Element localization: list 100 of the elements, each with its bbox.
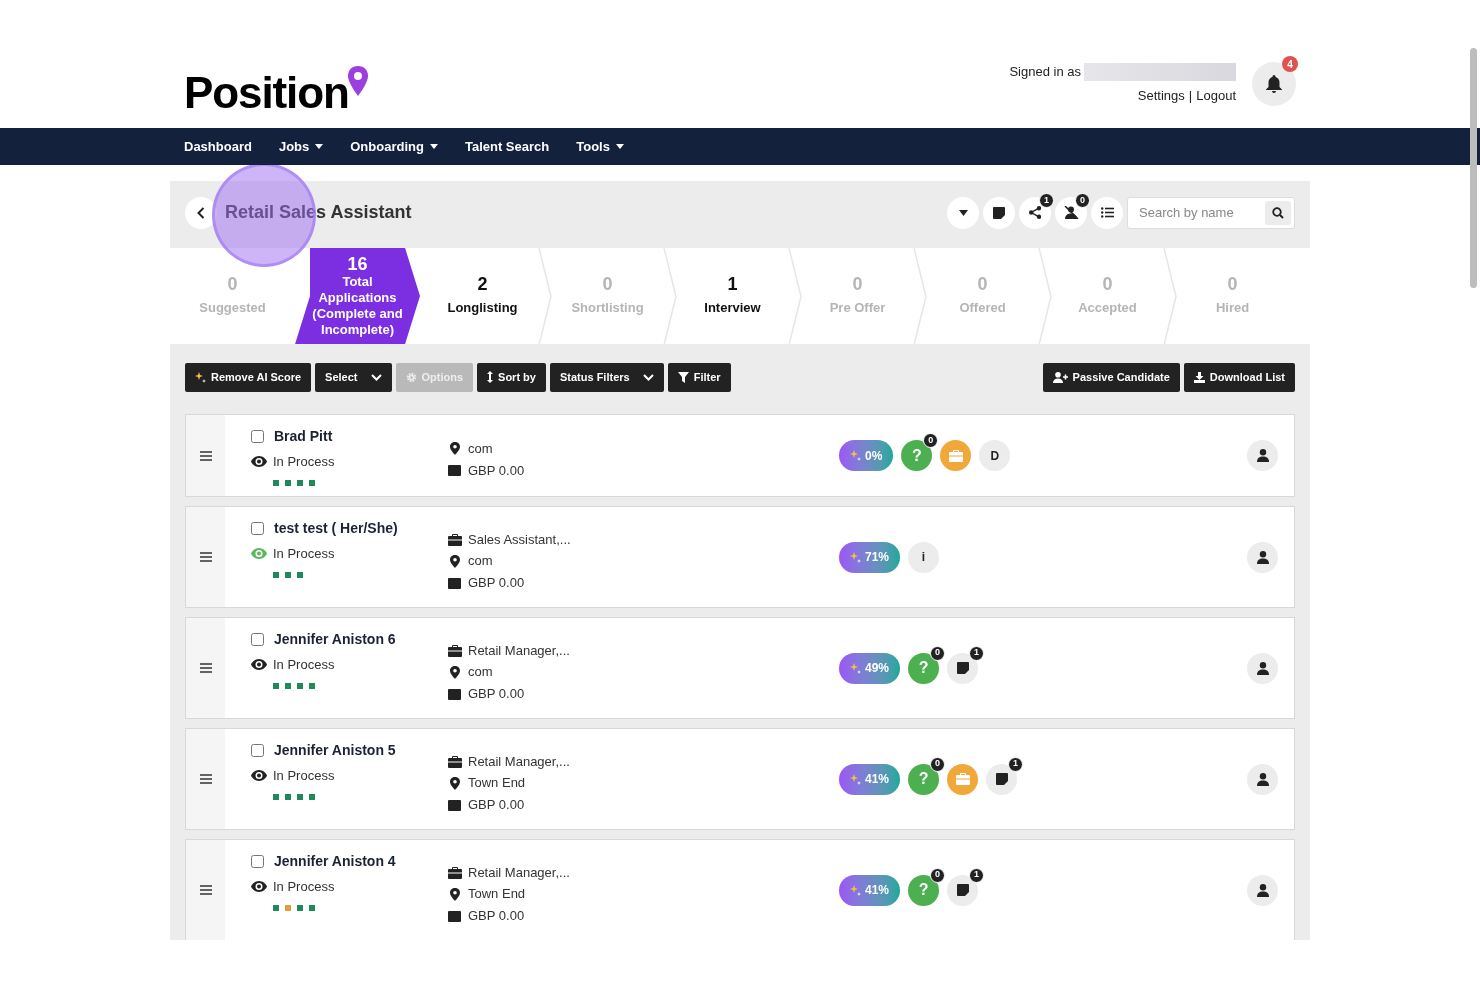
nav-item[interactable]: Tools bbox=[576, 136, 624, 157]
briefcase-icon bbox=[955, 773, 970, 785]
detail-text: GBP 0.00 bbox=[468, 795, 525, 814]
nav-item[interactable]: Onboarding bbox=[350, 136, 438, 157]
toolbar-button[interactable] bbox=[1091, 196, 1123, 229]
list-icon bbox=[1100, 207, 1114, 219]
action-button[interactable]: Filter bbox=[667, 362, 731, 392]
wallet-icon bbox=[448, 798, 462, 811]
action-button[interactable]: Status Filters bbox=[549, 362, 664, 392]
link-separator: | bbox=[1188, 86, 1193, 105]
person-icon bbox=[1256, 661, 1269, 675]
person-icon bbox=[1256, 449, 1269, 462]
nav-item[interactable]: Jobs bbox=[278, 136, 324, 157]
detail-text: Town End bbox=[468, 774, 526, 793]
nav-item[interactable]: Talent Search bbox=[464, 136, 550, 157]
checkbox[interactable] bbox=[251, 633, 264, 646]
map-pin-icon bbox=[346, 66, 369, 96]
logo: Position bbox=[184, 70, 349, 116]
action-button[interactable]: Sort by bbox=[477, 362, 546, 392]
initial-badge[interactable]: D bbox=[979, 440, 1011, 471]
note-icon bbox=[993, 206, 1005, 219]
pipeline-stage[interactable]: 16 Total Applications (Complete and Incomplete) bbox=[295, 247, 420, 345]
note-icon bbox=[956, 662, 969, 674]
header-link[interactable]: Logout bbox=[1196, 85, 1236, 105]
back-button[interactable] bbox=[185, 196, 217, 229]
sparkle-icon bbox=[850, 884, 861, 896]
toolbar-button[interactable] bbox=[947, 196, 979, 229]
detail-text: Retail Manager,... bbox=[468, 641, 570, 660]
toolbar-button[interactable] bbox=[983, 196, 1015, 229]
action-button[interactable]: Select bbox=[315, 362, 392, 392]
checkbox[interactable] bbox=[251, 522, 264, 535]
action-button[interactable]: Passive Candidate bbox=[1042, 362, 1180, 392]
toolbar-button[interactable] bbox=[1019, 196, 1051, 229]
sparkle-icon bbox=[850, 662, 861, 674]
share-icon bbox=[1029, 206, 1041, 220]
action-button[interactable]: Remove AI Score bbox=[185, 362, 312, 392]
profile-button[interactable] bbox=[1247, 541, 1278, 573]
detail-text: GBP 0.00 bbox=[468, 906, 525, 925]
note-icon bbox=[995, 773, 1008, 785]
candidate-name[interactable]: Jennifer Aniston 5 bbox=[274, 740, 396, 761]
status-label: In Process bbox=[273, 453, 335, 471]
person-icon bbox=[1256, 772, 1269, 786]
checkbox[interactable] bbox=[251, 744, 264, 757]
menu-icon bbox=[199, 552, 212, 562]
count-badge: 1 bbox=[969, 645, 985, 661]
initial-badge[interactable]: i bbox=[908, 541, 940, 573]
profile-button[interactable] bbox=[1247, 763, 1278, 795]
count-badge: 0 bbox=[930, 867, 946, 883]
detail-text: GBP 0.00 bbox=[468, 461, 525, 480]
caret-icon bbox=[958, 209, 968, 216]
wallet-icon bbox=[448, 687, 462, 700]
notification-button[interactable] bbox=[1252, 62, 1296, 106]
toolbar-button[interactable] bbox=[1055, 196, 1087, 229]
candidate-name[interactable]: Jennifer Aniston 4 bbox=[274, 851, 396, 872]
briefcase-icon bbox=[448, 644, 462, 657]
briefcase-icon bbox=[448, 866, 462, 879]
person-icon bbox=[1256, 550, 1269, 564]
count-badge: 0 bbox=[930, 756, 946, 772]
count-badge: 1 bbox=[1039, 192, 1054, 208]
drag-handle[interactable] bbox=[186, 507, 225, 607]
count-badge: 0 bbox=[930, 645, 946, 661]
back-icon bbox=[197, 206, 205, 219]
detail-text: com bbox=[468, 552, 493, 571]
scrollbar-thumb[interactable] bbox=[1469, 48, 1477, 288]
drag-handle[interactable] bbox=[186, 618, 225, 718]
nav-item[interactable]: Dashboard bbox=[184, 136, 252, 157]
drag-handle[interactable] bbox=[186, 729, 225, 829]
gear-icon bbox=[405, 371, 417, 383]
map-pin-icon bbox=[449, 554, 461, 568]
bell-icon bbox=[1266, 75, 1282, 93]
profile-button[interactable] bbox=[1247, 652, 1278, 684]
detail-text: Retail Manager,... bbox=[468, 752, 570, 771]
candidate-name[interactable]: Brad Pitt bbox=[274, 426, 333, 447]
profile-button[interactable] bbox=[1247, 440, 1278, 471]
menu-icon bbox=[199, 885, 212, 895]
map-pin-icon bbox=[449, 887, 461, 901]
candidate-name[interactable]: Jennifer Aniston 6 bbox=[274, 629, 396, 650]
download-icon bbox=[1193, 371, 1205, 383]
user-off-icon bbox=[1063, 206, 1079, 220]
user-plus-icon bbox=[1052, 371, 1068, 383]
sparkle-icon bbox=[850, 773, 861, 785]
checkbox[interactable] bbox=[251, 855, 264, 868]
action-button[interactable]: Download List bbox=[1183, 362, 1295, 392]
drag-handle[interactable] bbox=[186, 415, 225, 496]
status-label: In Process bbox=[273, 656, 335, 674]
status-label: In Process bbox=[273, 767, 335, 785]
funnel-icon bbox=[677, 371, 689, 383]
candidate-name[interactable]: test test ( Her/She) bbox=[274, 518, 398, 539]
search-button[interactable] bbox=[1265, 200, 1291, 225]
pipeline-stage[interactable]: 2 Longlisting bbox=[420, 247, 545, 345]
search-icon bbox=[1272, 206, 1284, 219]
profile-button[interactable] bbox=[1247, 874, 1278, 906]
header-link[interactable]: Settings bbox=[1137, 85, 1185, 105]
sparkle-icon bbox=[850, 450, 861, 461]
pipeline-stage[interactable]: 1 Interview bbox=[670, 247, 795, 345]
wallet-icon bbox=[448, 909, 462, 922]
drag-handle[interactable] bbox=[186, 840, 225, 940]
checkbox[interactable] bbox=[251, 430, 264, 443]
briefcase-icon bbox=[448, 533, 462, 546]
detail-text: com bbox=[468, 663, 493, 682]
